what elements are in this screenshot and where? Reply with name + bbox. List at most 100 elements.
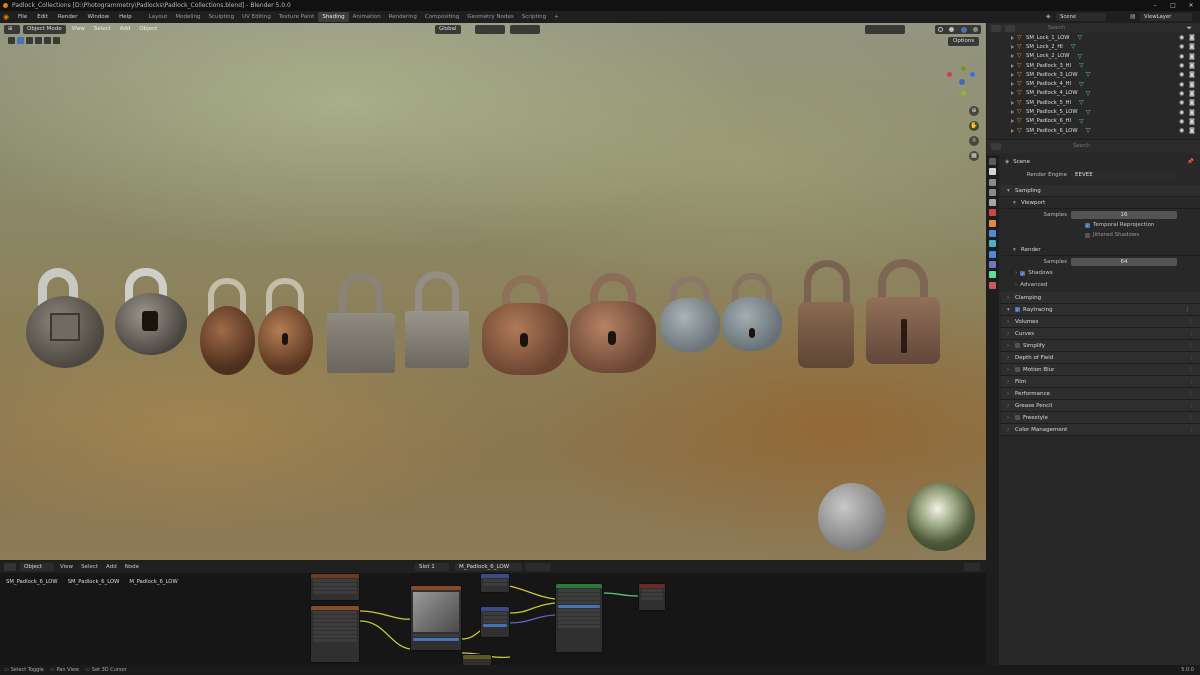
render-camera-icon[interactable]: ◙ — [1189, 62, 1195, 69]
expand-arrow-icon[interactable] — [1011, 119, 1015, 124]
tool-tab-icon[interactable] — [989, 158, 996, 165]
gizmo-y-axis[interactable] — [961, 66, 966, 71]
tab-compositing[interactable]: Compositing — [421, 12, 463, 22]
view-layer-selector[interactable]: ViewLayer — [1140, 13, 1192, 21]
overlay-controls[interactable] — [865, 25, 905, 34]
expand-arrow-icon[interactable]: › — [1007, 316, 1009, 328]
menu-window[interactable]: Window — [82, 14, 114, 20]
expand-arrow-icon[interactable] — [1011, 44, 1015, 49]
mesh-data-icon[interactable]: ▽ — [1086, 90, 1091, 97]
tab-layout[interactable]: Layout — [145, 12, 172, 22]
section-checkbox[interactable] — [1015, 343, 1020, 348]
gizmo-neg-y-axis[interactable] — [961, 91, 966, 96]
drag-handle-icon[interactable]: ⋮ — [1189, 352, 1195, 364]
padlock-model-7[interactable] — [482, 275, 568, 375]
render-camera-icon[interactable]: ◙ — [1189, 34, 1195, 41]
render-subsection[interactable]: ▾ Render — [1001, 244, 1200, 256]
tab-rendering[interactable]: Rendering — [385, 12, 421, 22]
maximize-icon[interactable]: □ — [1168, 0, 1178, 11]
shadows-expand-icon[interactable]: › — [1015, 270, 1017, 276]
data-tab-icon[interactable] — [989, 271, 996, 279]
menu-render[interactable]: Render — [53, 14, 83, 20]
visibility-eye-icon[interactable]: ◉ — [1179, 109, 1184, 116]
expand-arrow-icon[interactable]: › — [1007, 328, 1009, 340]
section-curves[interactable]: › Curves ⋮ — [1001, 328, 1200, 340]
select-invert-icon[interactable] — [44, 37, 51, 44]
viewport-menu-select[interactable]: Select — [91, 26, 114, 32]
expand-arrow-icon[interactable] — [1011, 100, 1015, 105]
expand-arrow-icon[interactable]: › — [1007, 352, 1009, 364]
select-subtract-icon[interactable] — [35, 37, 42, 44]
section-grease-pencil[interactable]: › Grease Pencil ⋮ — [1001, 400, 1200, 412]
particles-tab-icon[interactable] — [989, 240, 996, 248]
padlock-model-5[interactable] — [327, 273, 397, 373]
mesh-data-icon[interactable]: ▽ — [1086, 71, 1091, 78]
mesh-data-icon[interactable]: ▽ — [1079, 118, 1084, 125]
outliner-item[interactable]: ▽ SM_Padlock_5_LOW ▽ ◉ ◙ — [1011, 107, 1200, 116]
render-camera-icon[interactable]: ◙ — [1189, 81, 1195, 88]
visibility-eye-icon[interactable]: ◉ — [1179, 43, 1184, 50]
material-output-node[interactable] — [638, 583, 666, 611]
viewport-subsection[interactable]: ▾ Viewport — [1001, 197, 1200, 209]
outliner-item[interactable]: ▽ SM_Padlock_3_HI ▽ ◉ ◙ — [1011, 61, 1200, 70]
viewport-menu-view[interactable]: View — [69, 26, 88, 32]
render-tab-icon[interactable] — [989, 168, 996, 176]
drag-handle-icon[interactable]: ⋮ — [1189, 388, 1195, 400]
tab-modeling[interactable]: Modeling — [171, 12, 204, 22]
tab-sculpting[interactable]: Sculpting — [204, 12, 238, 22]
principled-bsdf-node[interactable] — [555, 583, 603, 653]
physics-tab-icon[interactable] — [989, 250, 996, 258]
padlock-model-1[interactable] — [26, 268, 104, 368]
expand-arrow-icon[interactable] — [1011, 63, 1015, 68]
section-checkbox[interactable] — [1015, 367, 1020, 372]
render-camera-icon[interactable]: ◙ — [1189, 109, 1195, 116]
shading-mode-buttons[interactable] — [935, 25, 981, 34]
display-mode-icon[interactable] — [1005, 24, 1015, 32]
snapping-controls[interactable] — [475, 25, 505, 34]
outliner-search-input[interactable]: Search — [1044, 24, 1124, 32]
render-camera-icon[interactable]: ◙ — [1189, 71, 1195, 78]
render-camera-icon[interactable]: ◙ — [1189, 118, 1195, 125]
object-tab-icon[interactable] — [989, 219, 996, 227]
proportional-edit-controls[interactable] — [510, 25, 540, 34]
gizmo-x-axis[interactable] — [947, 72, 952, 77]
section-motion-blur[interactable]: › Motion Blur ⋮ — [1001, 364, 1200, 376]
section-volumes[interactable]: › Volumes ⋮ — [1001, 316, 1200, 328]
tab-shading[interactable]: Shading — [318, 12, 349, 22]
expand-arrow-icon[interactable] — [1011, 128, 1015, 133]
render-camera-icon[interactable]: ◙ — [1189, 90, 1195, 97]
shader-node-editor[interactable]: Object View Select Add Node Slot 1 M_Pad… — [0, 561, 986, 665]
expand-arrow-icon[interactable] — [1011, 91, 1015, 96]
modifiers-tab-icon[interactable] — [989, 230, 996, 238]
padlock-model-11[interactable] — [798, 260, 856, 368]
outliner-item[interactable]: ▽ SM_Lock_1_LOW ▽ ◉ ◙ — [1011, 33, 1200, 42]
render-engine-dropdown[interactable]: EEVEE — [1071, 171, 1177, 179]
padlock-model-3[interactable] — [200, 278, 255, 375]
tab-texture-paint[interactable]: Texture Paint — [275, 12, 319, 22]
solid-shading-icon[interactable] — [949, 27, 955, 32]
drag-handle-icon[interactable]: ⋮ — [1189, 364, 1195, 376]
properties-editor-icon[interactable] — [991, 143, 1001, 150]
pan-hand-icon[interactable]: ✋ — [969, 121, 979, 131]
close-icon[interactable]: ✕ — [1186, 0, 1196, 11]
drag-handle-icon[interactable]: ⋮ — [1189, 412, 1195, 424]
mesh-data-icon[interactable]: ▽ — [1086, 109, 1091, 116]
render-camera-icon[interactable]: ◙ — [1189, 99, 1195, 106]
drag-handle-icon[interactable]: ⋮ — [1189, 400, 1195, 412]
expand-arrow-icon[interactable]: › — [1007, 400, 1009, 412]
drag-handle-icon[interactable]: ⋮ — [1189, 376, 1195, 388]
mesh-data-icon[interactable]: ▽ — [1079, 99, 1084, 106]
mesh-data-icon[interactable]: ▽ — [1071, 43, 1076, 50]
view-layer-tab-icon[interactable] — [989, 188, 996, 196]
filter-icon[interactable]: ⏷ — [1186, 24, 1192, 33]
padlock-model-12[interactable] — [866, 259, 940, 364]
menu-file[interactable]: File — [13, 14, 32, 20]
camera-view-icon[interactable]: ⌾ — [969, 136, 979, 146]
outliner-item[interactable]: ▽ SM_Padlock_5_HI ▽ ◉ ◙ — [1011, 98, 1200, 107]
raytracing-section[interactable]: ▾ ✓ Raytracing ⋮ — [1001, 304, 1200, 316]
mesh-data-icon[interactable]: ▽ — [1086, 127, 1091, 134]
mesh-data-icon[interactable]: ▽ — [1078, 34, 1083, 41]
render-camera-icon[interactable]: ◙ — [1189, 53, 1195, 60]
sampling-section[interactable]: ▾ Sampling — [1001, 185, 1200, 197]
section-simplify[interactable]: › Simplify ⋮ — [1001, 340, 1200, 352]
